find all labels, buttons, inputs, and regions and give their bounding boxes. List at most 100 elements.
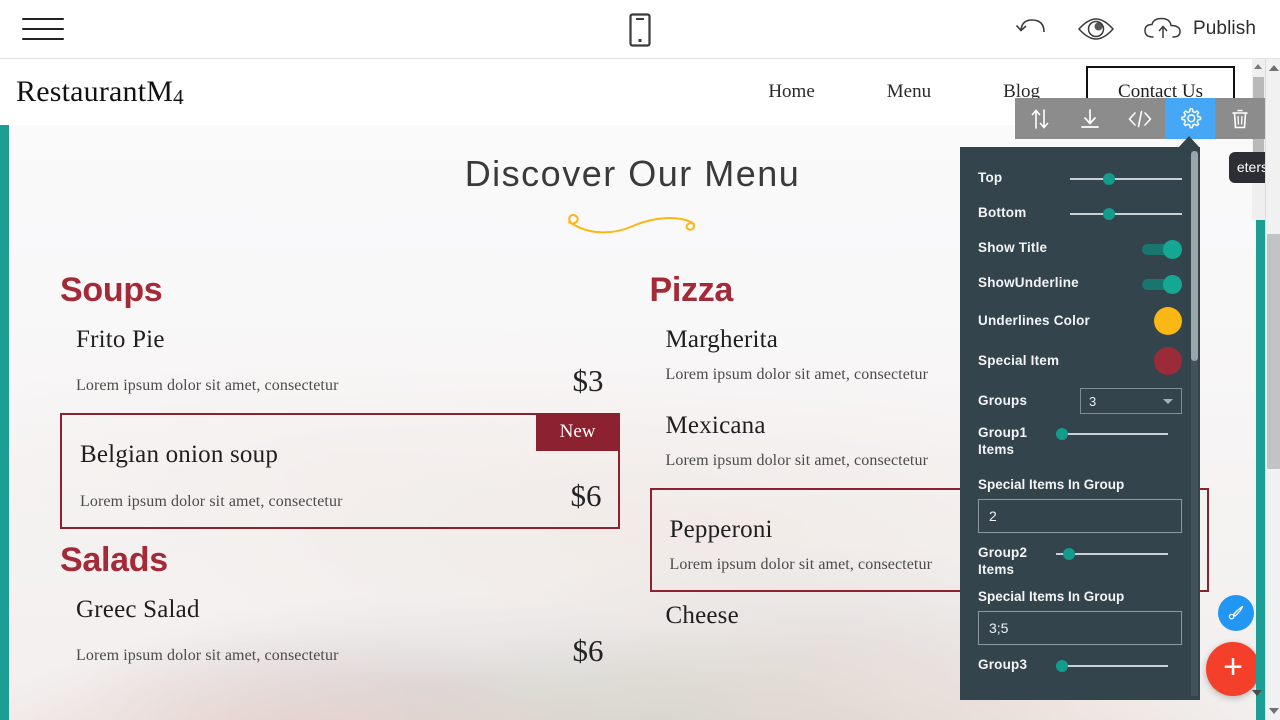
group-title: Soups	[60, 271, 163, 309]
show-title-toggle[interactable]	[1142, 239, 1182, 259]
setting-field-special-items-group1: Special Items In Group 2	[978, 477, 1182, 533]
menu-column-left: Soups Frito Pie Lorem ipsum dolor sit am…	[60, 271, 620, 683]
settings-panel-scrollbar[interactable]	[1191, 151, 1198, 696]
inner-scrollbar[interactable]	[1252, 59, 1265, 220]
group3-items-slider[interactable]	[1056, 659, 1168, 673]
builder-app: Publish RestaurantM4 Home Menu Blog Cont…	[0, 0, 1280, 720]
group1-items-slider[interactable]	[1056, 427, 1168, 441]
slider-track	[1070, 177, 1182, 180]
scroll-up-arrow-icon[interactable]	[1254, 64, 1262, 69]
slider-knob[interactable]	[1103, 172, 1115, 185]
setting-row-show-title: Show Title	[978, 231, 1182, 266]
slider-knob[interactable]	[1063, 548, 1075, 560]
move-block-button[interactable]	[1015, 98, 1065, 139]
block-parameters-button[interactable]	[1165, 98, 1215, 139]
group-title: Salads	[60, 540, 168, 579]
scroll-down-arrow-icon[interactable]	[1269, 708, 1279, 714]
slider-track	[1056, 665, 1168, 667]
plus-icon: +	[1223, 648, 1243, 686]
setting-row-show-underline: ShowUnderline	[978, 266, 1182, 301]
setting-row-special-item: Special Item	[978, 341, 1182, 381]
slider-knob[interactable]	[1103, 207, 1115, 220]
setting-row-underlines-color: Underlines Color	[978, 301, 1182, 341]
menu-item-price: $6	[570, 478, 602, 514]
save-block-button[interactable]	[1065, 98, 1115, 139]
setting-row-bottom: Bottom	[978, 196, 1182, 231]
bottom-padding-slider[interactable]	[1070, 207, 1182, 221]
setting-label-special-item: Special Item	[978, 352, 1060, 368]
special-items-group1-input[interactable]: 2	[978, 499, 1182, 533]
menu-item-name: Frito Pie	[76, 326, 165, 353]
publish-label: Publish	[1192, 18, 1256, 39]
setting-row-group2-items: Group2 Items	[978, 533, 1182, 579]
groups-count-select[interactable]: 3	[1080, 388, 1182, 414]
setting-label-group2-items: Group2 Items	[978, 545, 1028, 577]
slider-knob[interactable]	[1056, 428, 1068, 440]
slider-knob[interactable]	[1056, 660, 1068, 672]
publish-button[interactable]: Publish	[1143, 16, 1256, 42]
setting-label-bottom: Bottom	[978, 205, 1027, 221]
top-padding-slider[interactable]	[1070, 172, 1182, 186]
paintbrush-icon	[1228, 605, 1244, 620]
menu-item[interactable]: Frito Pie Lorem ipsum dolor sit amet, co…	[60, 316, 620, 413]
code-brackets-icon	[1128, 110, 1152, 127]
groups-count-value: 3	[1089, 393, 1097, 409]
setting-field-special-items-group2: Special Items In Group 3;5	[978, 589, 1182, 645]
settings-panel-scroll-area: Top Bottom Show Title ShowUnderline Unde…	[960, 147, 1200, 700]
menu-item-description: Lorem ipsum dolor sit amet, consectetur	[76, 647, 339, 665]
menu-item-name: Greec Salad	[76, 595, 200, 623]
menu-item-price: $3	[572, 363, 604, 398]
setting-label-underlines-color: Underlines Color	[978, 312, 1090, 328]
add-block-button[interactable]: +	[1206, 642, 1260, 696]
toggle-knob	[1163, 239, 1182, 259]
show-underline-toggle[interactable]	[1142, 274, 1182, 294]
download-arrow-icon	[1081, 108, 1099, 128]
hamburger-line	[22, 18, 64, 20]
chevron-down-icon	[1163, 398, 1173, 404]
setting-row-groups: Groups 3	[978, 381, 1182, 421]
slider-track	[1056, 433, 1168, 435]
mobile-phone-icon[interactable]	[629, 12, 651, 47]
site-logo[interactable]: RestaurantM4	[16, 75, 184, 109]
setting-label-top: Top	[978, 170, 1003, 186]
setting-row-group3-items: Group3	[978, 645, 1182, 675]
menu-item[interactable]: Greec Salad Lorem ipsum dolor sit amet, …	[60, 586, 620, 683]
eye-preview-icon[interactable]	[1077, 17, 1115, 41]
block-toolbar	[1015, 98, 1265, 139]
settings-scroll-down-arrow-icon[interactable]	[1252, 690, 1262, 696]
menu-item-special[interactable]: New Belgian onion soup Lorem ipsum dolor…	[60, 413, 620, 529]
settings-panel-scrollbar-thumb[interactable]	[1191, 151, 1198, 361]
special-items-group2-input[interactable]: 3;5	[978, 611, 1182, 645]
scroll-up-arrow-icon[interactable]	[1269, 65, 1279, 71]
menu-item-name: Belgian onion soup	[80, 441, 279, 469]
trash-can-icon	[1232, 109, 1248, 128]
group2-items-slider[interactable]	[1056, 547, 1168, 561]
edit-code-button[interactable]	[1115, 98, 1165, 139]
builder-topbar: Publish	[0, 0, 1280, 59]
setting-label-special-items-group1: Special Items In Group	[978, 477, 1125, 492]
nav-item-home[interactable]: Home	[732, 81, 850, 103]
undo-arrow-icon[interactable]	[1015, 16, 1049, 42]
menu-group-salads: Salads Greec Salad Lorem ipsum dolor sit…	[60, 541, 620, 683]
setting-label-show-underline: ShowUnderline	[978, 275, 1079, 291]
underlines-color-swatch[interactable]	[1154, 307, 1182, 335]
menu-item-row: Lorem ipsum dolor sit amet, consectetur …	[80, 478, 602, 514]
menu-item-price: $6	[572, 632, 604, 668]
hamburger-line	[22, 28, 64, 30]
decorative-swirl-icon	[567, 213, 695, 234]
page-scrollbar[interactable]	[1265, 59, 1280, 720]
setting-row-group1-items: Group1 Items	[978, 421, 1182, 467]
delete-block-button[interactable]	[1215, 98, 1265, 139]
style-editor-button[interactable]	[1218, 595, 1254, 631]
setting-row-top: Top	[978, 161, 1182, 196]
special-item-color-swatch[interactable]	[1154, 347, 1182, 375]
hamburger-line	[22, 38, 64, 40]
gear-settings-icon	[1180, 107, 1201, 129]
nav-item-menu[interactable]: Menu	[851, 81, 967, 103]
page-scrollbar-thumb[interactable]	[1267, 234, 1280, 469]
hamburger-menu-icon[interactable]	[22, 14, 64, 44]
setting-label-groups: Groups	[978, 392, 1028, 408]
setting-label-special-items-group2: Special Items In Group	[978, 589, 1125, 604]
block-left-highlight-bar	[0, 125, 9, 720]
menu-item-description: Lorem ipsum dolor sit amet, consectetur	[80, 492, 343, 510]
